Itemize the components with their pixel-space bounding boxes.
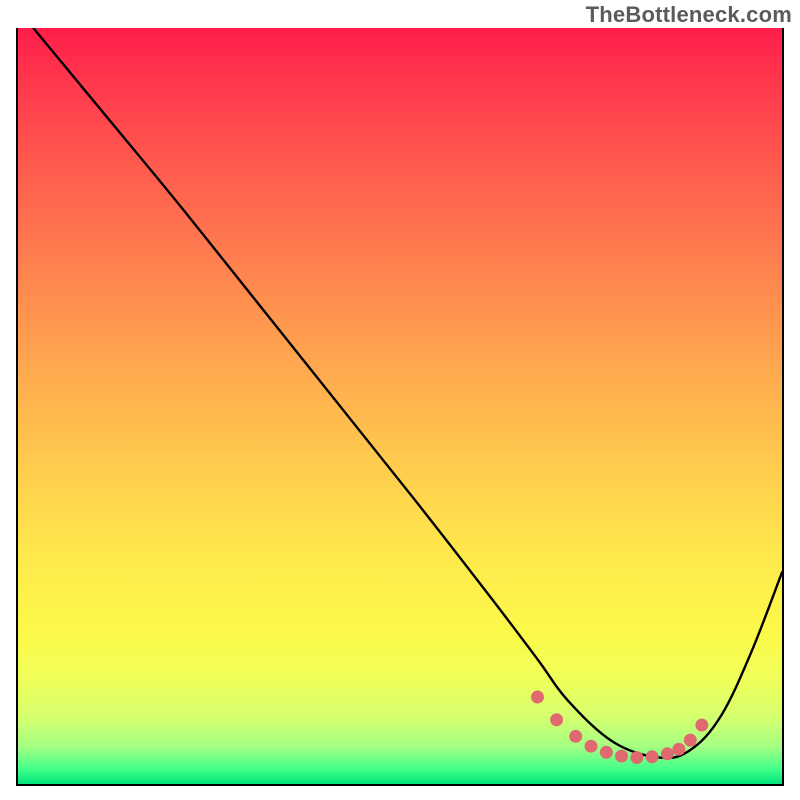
valley-markers	[531, 691, 708, 765]
valley-dot	[630, 751, 643, 764]
valley-dot	[661, 747, 674, 760]
watermark-text: TheBottleneck.com	[586, 2, 792, 28]
valley-dot	[600, 746, 613, 759]
valley-dot	[569, 730, 582, 743]
valley-dot	[672, 743, 685, 756]
curve-layer	[18, 28, 782, 784]
chart-frame: TheBottleneck.com	[0, 0, 800, 800]
valley-dot	[585, 740, 598, 753]
valley-dot	[646, 750, 659, 763]
valley-dot	[684, 734, 697, 747]
valley-dot	[531, 691, 544, 704]
plot-area	[16, 28, 784, 786]
valley-dot	[615, 750, 628, 763]
bottleneck-curve	[33, 28, 782, 758]
valley-dot	[695, 719, 708, 732]
valley-dot	[550, 713, 563, 726]
